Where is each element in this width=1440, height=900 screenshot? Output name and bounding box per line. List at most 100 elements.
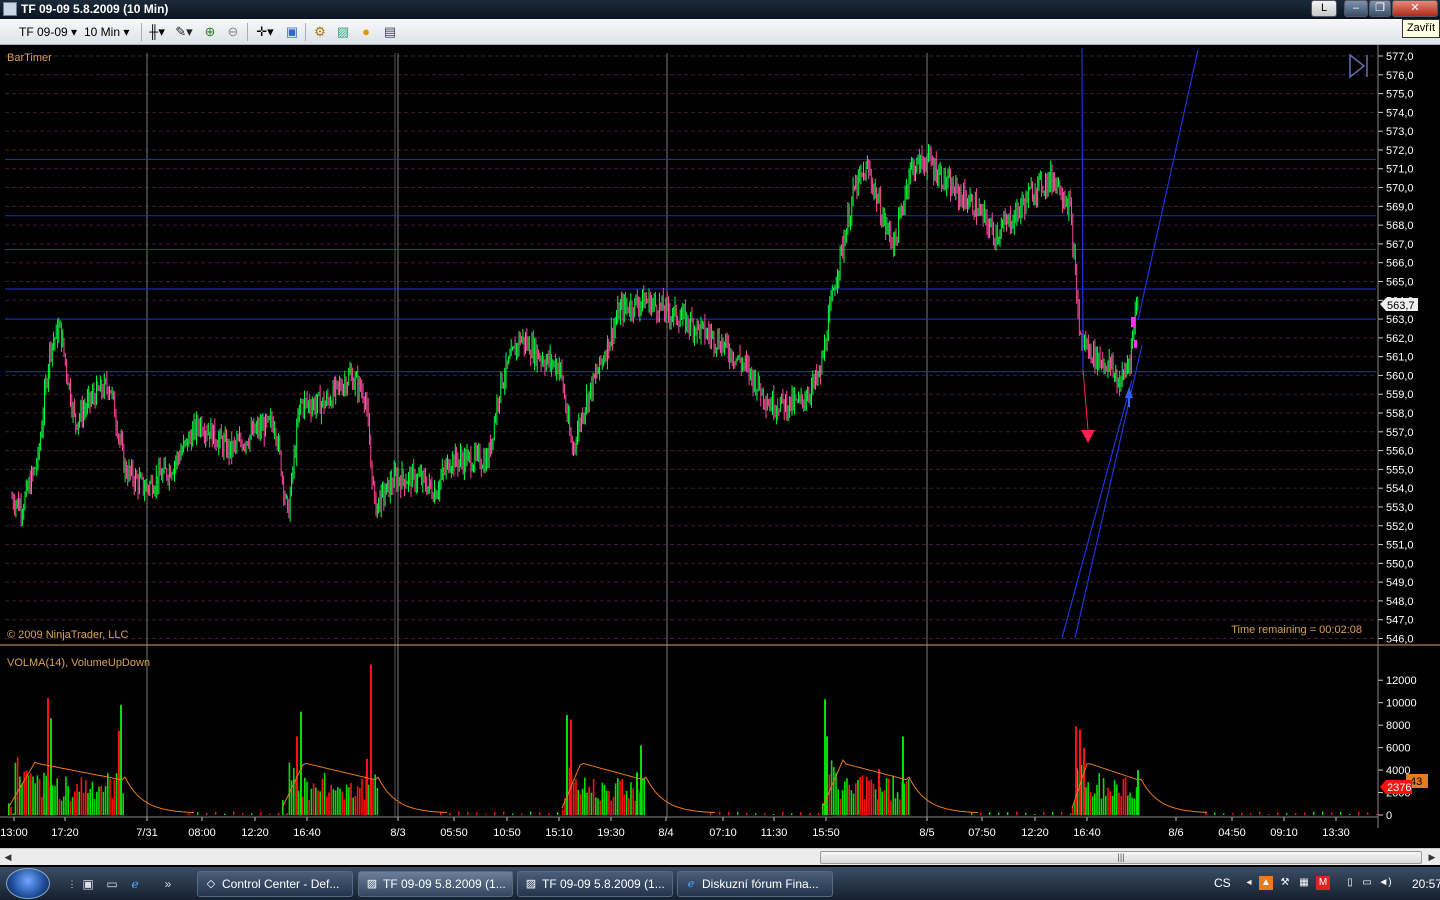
toolbar-separator [305,23,306,41]
task-chart-1[interactable]: ▨ TF 09-09 5.8.2009 (1... [358,871,513,897]
volume-icon[interactable]: ◄) [1378,876,1392,890]
volume-bar [111,798,113,815]
volume-bar [350,783,352,815]
task-label: TF 09-09 5.8.2009 (1... [383,877,506,891]
time-tick-label: 16:40 [293,827,321,839]
price-tick-label: 565,0 [1386,276,1414,288]
volume-bar [14,762,17,815]
volume-bar [286,813,288,815]
show-desktop-icon[interactable]: ▣ [80,876,96,892]
crosshair-icon[interactable]: ✛▾ [253,24,277,40]
price-tick-label: 548,0 [1386,596,1414,608]
tray-device-icon[interactable]: ▯ [1343,876,1357,890]
task-forum[interactable]: ℯ Diskuzní fórum Fina... [677,871,833,897]
volume-bar [577,789,579,815]
language-indicator[interactable]: CS [1214,876,1231,890]
tray-tools-icon[interactable]: ⚒ [1278,876,1292,890]
task-control-center[interactable]: ◇ Control Center - Def... [197,871,353,897]
volume-bar [1034,814,1036,815]
close-button[interactable]: ✕ [1392,0,1438,17]
volume-bars [8,664,1378,815]
volume-bar [78,791,80,815]
clock: 20:57 [1412,877,1440,891]
tray-network-icon[interactable]: ▦ [1297,876,1311,890]
volume-tick-label: 8000 [1386,720,1410,732]
volume-bar [628,798,630,815]
volume-bar [719,812,721,815]
tray-monitor-icon[interactable]: ▭ [1360,876,1374,890]
scroll-right-icon[interactable]: ▶ [1426,851,1438,864]
horizontal-lines [5,158,1376,373]
time-tick-label: 13:00 [0,827,28,839]
volume-bar [588,786,590,815]
maximize-button[interactable]: ❐ [1369,0,1391,17]
volume-bar [337,787,339,815]
properties-icon[interactable]: ▣ [284,24,300,40]
currency-icon[interactable]: ● [358,24,374,40]
volume-bar [881,792,883,815]
volume-bar [1043,811,1045,815]
price-tick-label: 549,0 [1386,577,1414,589]
chart-toolbar: TF 09-09 ▾ 10 Min ▾ ╫▾ ✎▾ ⊕ ⊖ ✛▾ ▣ ⚙ ▨ ●… [0,19,1440,45]
zoom-in-icon[interactable]: ⊕ [202,24,218,40]
volume-bar [610,800,612,815]
volume-bar [1087,782,1089,815]
interval-selector[interactable]: 10 Min ▾ [84,23,129,41]
volume-bar [852,793,855,815]
volume-bar [625,790,628,815]
instrument-selector[interactable]: TF 09-09 ▾ [19,23,77,41]
bar-style-icon[interactable]: ╫▾ [146,24,168,40]
price-tick-label: 574,0 [1386,107,1414,119]
indicator-icon[interactable]: ▨ [335,24,351,40]
time-tick-label: 07:50 [968,827,996,839]
volume-bar [1070,813,1072,815]
volume-bar [321,778,324,815]
volume-bar [10,806,12,815]
volume-bar [859,777,861,815]
language-button[interactable]: L [1311,0,1337,17]
task-chart-2[interactable]: ▨ TF 09-09 5.8.2009 (1... [517,871,673,897]
trend-line [1061,379,1133,639]
volume-bar [878,769,880,815]
volume-bar [47,698,49,815]
scroll-left-icon[interactable]: ◀ [2,851,14,864]
volume-bar [599,800,601,815]
volume-bar [467,812,469,815]
volume-bar [60,800,63,815]
volume-bar [104,785,107,815]
volume-bar [892,775,894,815]
volume-bar [846,778,848,815]
volume-bar [606,790,608,815]
tray-m-icon[interactable]: M [1316,876,1330,890]
volume-bar [833,767,835,815]
current-price-marker: 563,7 [1380,298,1418,312]
tray-expand-icon[interactable]: ◂ [1242,876,1256,890]
volume-bar [293,767,295,815]
volume-bar [27,775,30,815]
minimize-button[interactable]: – [1344,0,1368,17]
volume-bar [1131,797,1133,815]
scroll-thumb[interactable]: ||| [820,851,1422,864]
more-quicklaunch-icon[interactable]: » [160,876,176,892]
start-button[interactable] [6,868,50,899]
volume-bar [1094,793,1096,815]
tray-app-icon[interactable]: ▲ [1259,876,1273,890]
data-box-icon[interactable]: ▤ [382,24,398,40]
media-icon[interactable]: ▭ [104,876,120,892]
sell-arrow-icon [1081,430,1095,443]
volume-tick-label: 12000 [1386,675,1417,687]
scroll-to-end-icon[interactable] [1349,53,1368,79]
chart-area[interactable]: 577,0 576,0 575,0 574,0 573,0 572,0 571,0 570,0… [0,45,1440,843]
chart-svg[interactable]: 577,0 576,0 575,0 574,0 573,0 572,0 571,0 570,0… [0,45,1440,843]
horizontal-scrollbar[interactable]: ◀ ||| ▶ [0,848,1440,865]
drawing-pencil-icon[interactable]: ✎▾ [172,24,196,40]
time-tick-label: 16:40 [1073,827,1101,839]
ie-quicklaunch-icon[interactable]: ℯ [127,876,143,892]
strategy-icon[interactable]: ⚙ [312,24,328,40]
time-tick-label: 7/31 [136,827,157,839]
volume-bar [828,774,831,815]
volume-bar [476,812,478,815]
price-tick-label: 546,0 [1386,634,1414,646]
zoom-out-icon[interactable]: ⊖ [225,24,241,40]
volume-bar [839,798,842,815]
